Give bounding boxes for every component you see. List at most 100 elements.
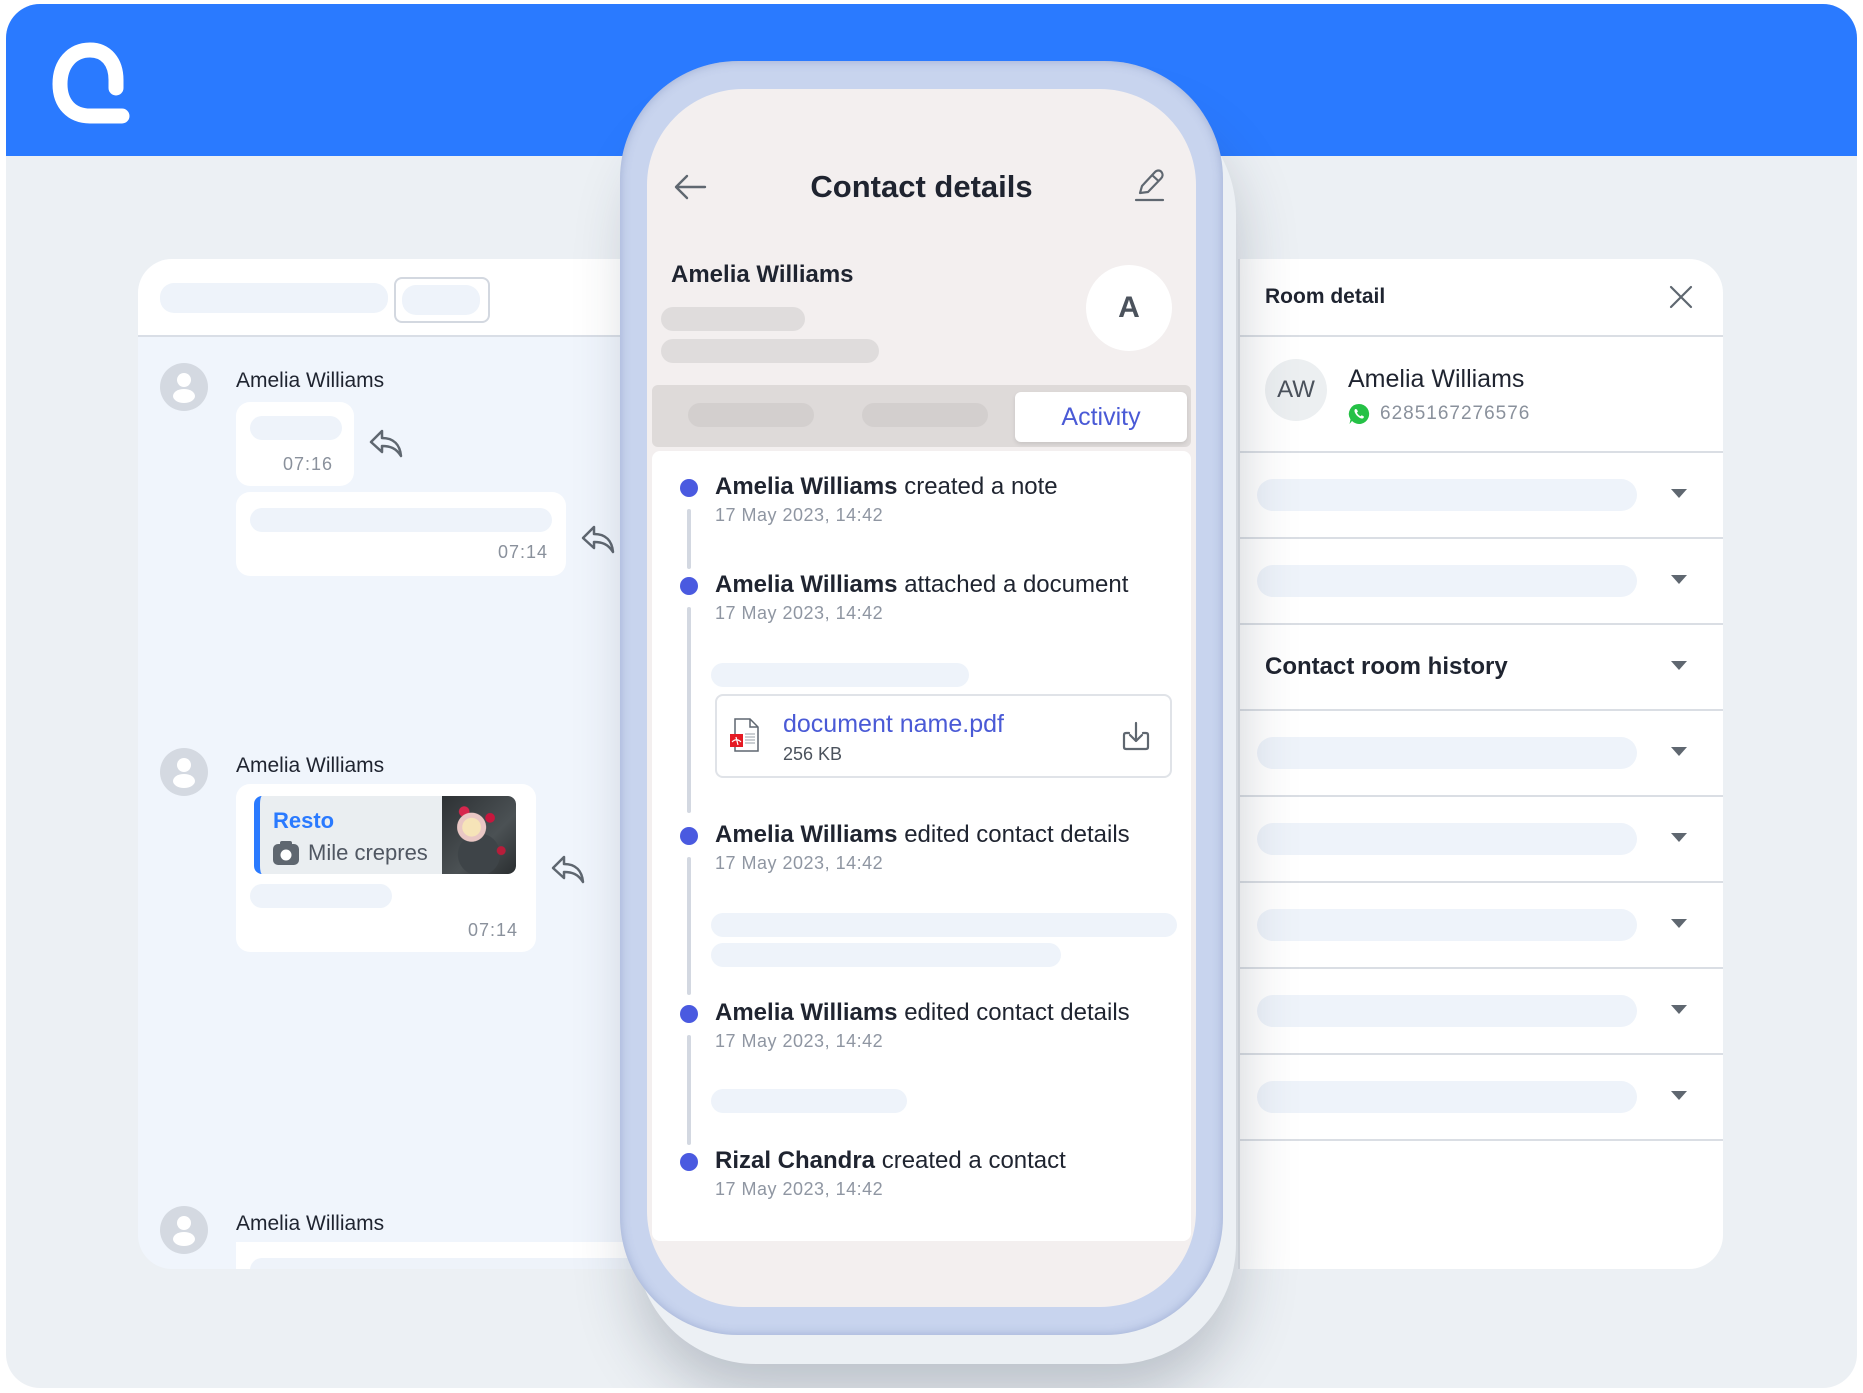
contact-avatar: AW: [1265, 359, 1327, 421]
camera-icon: [273, 841, 299, 865]
activity-action: created a note: [904, 473, 1058, 500]
change-detail-skeleton: [711, 943, 1061, 967]
contact-profile: AW Amelia Williams 6285167276576: [1240, 337, 1723, 453]
activity-action: edited contact details: [904, 999, 1130, 1026]
reply-icon[interactable]: [550, 853, 586, 885]
timeline-line: [687, 607, 691, 813]
room-section-4[interactable]: [1240, 711, 1723, 797]
chevron-down-icon[interactable]: [1671, 747, 1687, 756]
section-label-skeleton: [1257, 909, 1637, 941]
avatar: [160, 363, 208, 411]
chevron-down-icon[interactable]: [1671, 1005, 1687, 1014]
close-icon[interactable]: [1667, 283, 1695, 311]
note-skeleton: [711, 663, 969, 687]
page-title: Contact details: [810, 169, 1033, 204]
activity-action: created a contact: [881, 1147, 1066, 1174]
activity-action: attached a document: [904, 571, 1129, 598]
edit-pencil-icon[interactable]: [1133, 167, 1165, 203]
change-detail-skeleton: [711, 1089, 907, 1113]
button-label-skeleton: [402, 285, 480, 315]
room-detail-header: Room detail: [1240, 259, 1723, 337]
section-label-skeleton: [1257, 995, 1637, 1027]
tab-bar: Activity: [652, 385, 1191, 447]
contact-name: Amelia Williams: [671, 261, 854, 288]
chevron-down-icon[interactable]: [1671, 575, 1687, 584]
activity-timestamp: 17 May 2023, 14:42: [715, 603, 884, 623]
download-icon[interactable]: [1120, 720, 1152, 752]
message-time: 07:16: [283, 454, 334, 474]
activity-timestamp: 17 May 2023, 14:42: [715, 505, 884, 525]
contact-phone: 6285167276576: [1380, 403, 1531, 424]
activity-actor: Amelia Williams: [715, 571, 898, 598]
room-detail-panel: Room detail AW Amelia Williams 628516727…: [1238, 259, 1723, 1269]
room-section-8[interactable]: [1240, 1055, 1723, 1141]
message-text-skeleton: [250, 884, 392, 908]
room-section-6[interactable]: [1240, 883, 1723, 969]
timeline-line: [687, 1035, 691, 1145]
message-bubble[interactable]: 07:14: [236, 492, 566, 576]
room-section-5[interactable]: [1240, 797, 1723, 883]
reply-icon[interactable]: [368, 427, 404, 459]
tab-1[interactable]: [688, 403, 814, 427]
room-section-1[interactable]: [1240, 453, 1723, 539]
timeline-line: [687, 857, 691, 995]
filter-button[interactable]: [394, 277, 490, 323]
section-label-skeleton: [1257, 823, 1637, 855]
message-bubble[interactable]: 07:16: [236, 402, 354, 486]
phone-screen: Contact details Amelia Williams A Activi…: [647, 89, 1196, 1307]
section-label-skeleton: [1257, 479, 1637, 511]
contact-info-skeleton: [661, 339, 879, 363]
chevron-down-icon[interactable]: [1671, 919, 1687, 928]
section-label-skeleton: [1257, 565, 1637, 597]
tab-2[interactable]: [862, 403, 988, 427]
timeline-dot: [680, 1005, 698, 1023]
chat-panel: Amelia Williams 07:16 07:14 Amelia Willi…: [138, 259, 658, 1269]
chevron-down-icon[interactable]: [1671, 661, 1687, 670]
sender-name: Amelia Williams: [236, 754, 385, 777]
message-bubble[interactable]: Resto Mile crepres 07:14: [236, 784, 536, 952]
user-icon: [173, 758, 195, 788]
room-detail-title: Room detail: [1265, 285, 1386, 308]
message-time: 07:14: [497, 542, 548, 562]
room-section-7[interactable]: [1240, 969, 1723, 1055]
reply-icon[interactable]: [580, 523, 616, 555]
activity-item[interactable]: Amelia Williams edited contact details: [715, 821, 1130, 849]
document-name[interactable]: document name.pdf: [783, 710, 1004, 739]
section-label-skeleton: [1257, 737, 1637, 769]
cake-photo-thumbnail: [442, 796, 516, 874]
contact-avatar: A: [1086, 265, 1172, 351]
sender-name: Amelia Williams: [236, 369, 385, 392]
section-label: Contact room history: [1265, 653, 1508, 680]
message-bubble[interactable]: [236, 1242, 658, 1269]
chat-header: [138, 259, 658, 337]
user-icon: [173, 1216, 195, 1246]
tab-activity[interactable]: Activity: [1015, 392, 1187, 442]
activity-item[interactable]: Amelia Williams attached a document: [715, 571, 1128, 599]
room-section-2[interactable]: [1240, 539, 1723, 625]
activity-actor: Amelia Williams: [715, 473, 898, 500]
phone-mockup: Contact details Amelia Williams A Activi…: [620, 61, 1223, 1335]
activity-item[interactable]: Rizal Chandra created a contact: [715, 1147, 1066, 1175]
activity-timestamp: 17 May 2023, 14:42: [715, 1179, 884, 1199]
document-attachment[interactable]: document name.pdf 256 KB: [715, 694, 1172, 778]
message-text-skeleton: [250, 416, 342, 440]
timeline-dot: [680, 479, 698, 497]
timeline-dot: [680, 1153, 698, 1171]
room-section-contact-room-history[interactable]: Contact room history: [1240, 625, 1723, 711]
chevron-down-icon[interactable]: [1671, 833, 1687, 842]
activity-item[interactable]: Amelia Williams edited contact details: [715, 999, 1130, 1027]
message-text-skeleton: [250, 1258, 658, 1269]
activity-timestamp: 17 May 2023, 14:42: [715, 1031, 884, 1051]
change-detail-skeleton: [711, 913, 1177, 937]
quote-title: Resto: [273, 808, 335, 833]
chevron-down-icon[interactable]: [1671, 1091, 1687, 1100]
timeline-line: [687, 509, 691, 569]
activity-actor: Rizal Chandra: [715, 1147, 876, 1174]
search-placeholder-skeleton[interactable]: [160, 283, 388, 313]
activity-item[interactable]: Amelia Williams created a note: [715, 473, 1058, 501]
section-label-skeleton: [1257, 1081, 1637, 1113]
activity-actor: Amelia Williams: [715, 821, 898, 848]
chevron-down-icon[interactable]: [1671, 489, 1687, 498]
quoted-message[interactable]: Resto Mile crepres: [254, 796, 516, 874]
whatsapp-icon: [1348, 403, 1370, 424]
